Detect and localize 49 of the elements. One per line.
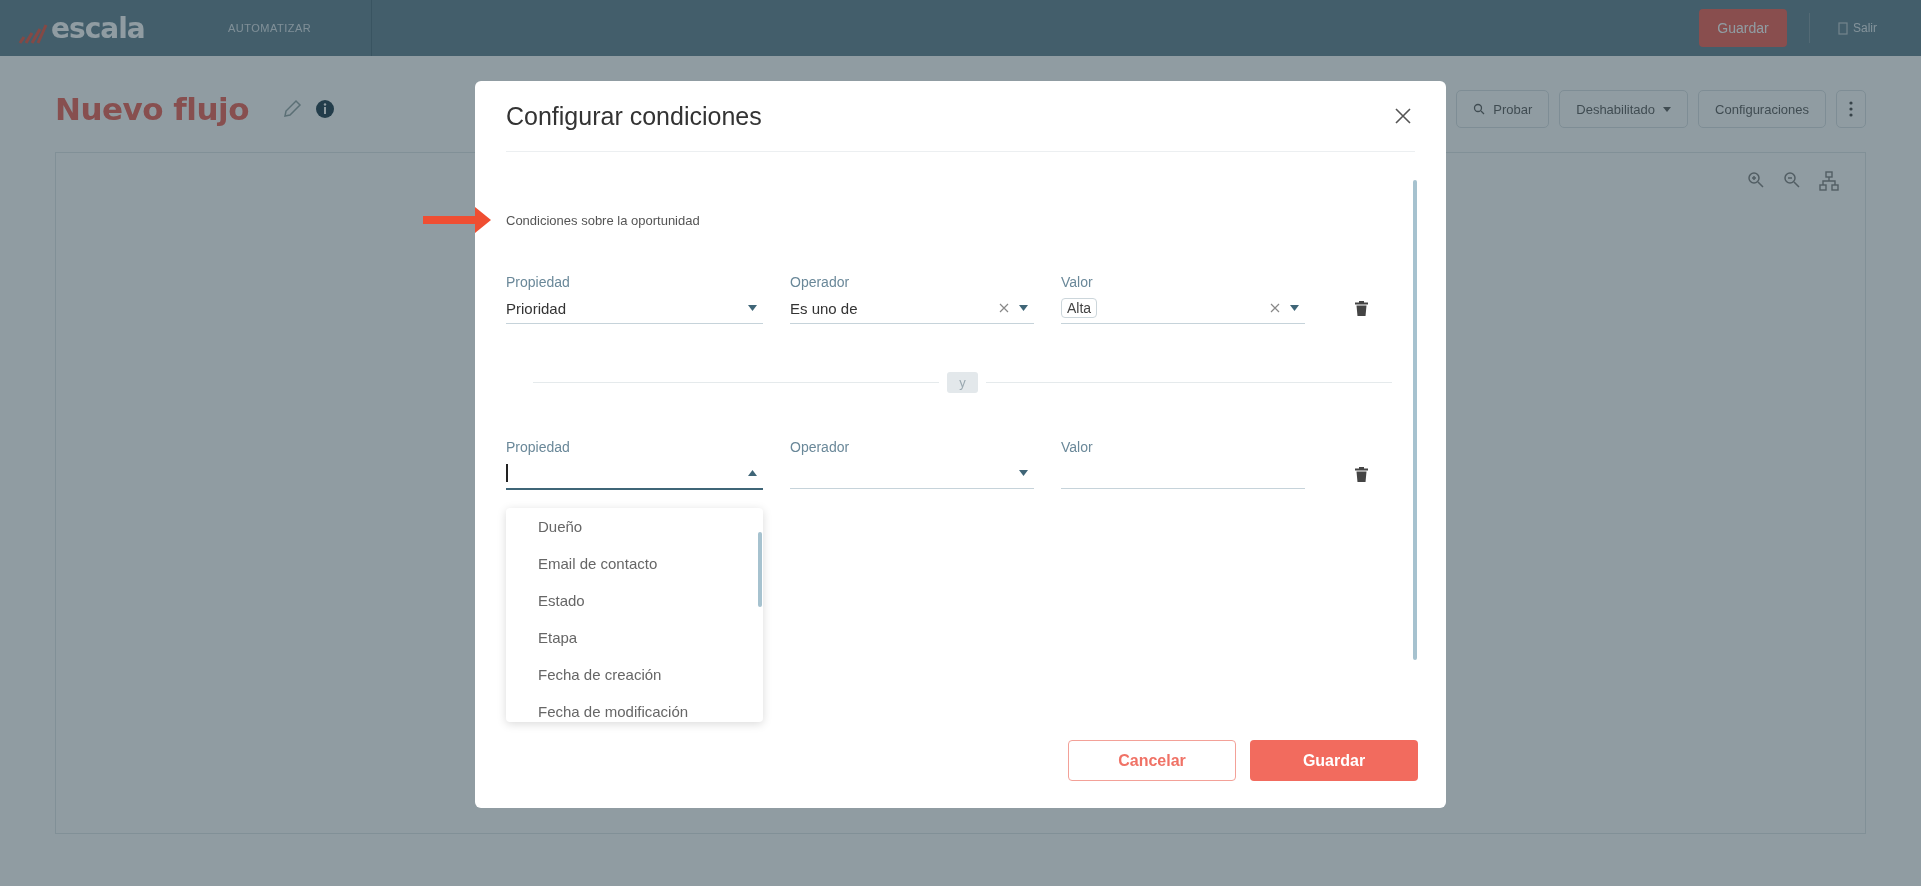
flow-title: Nuevo flujo <box>55 91 249 127</box>
select-field[interactable]: Es uno de <box>790 293 1034 324</box>
caret-icon <box>748 470 757 476</box>
dropdown-option[interactable]: Fecha de modificación <box>538 693 763 722</box>
value-chip: Alta <box>1061 298 1098 318</box>
dropdown-option[interactable]: Fecha de creación <box>538 656 763 693</box>
field-label: Propiedad <box>506 274 571 290</box>
dropdown-option[interactable]: Etapa <box>538 619 763 656</box>
logo-bars-icon <box>18 22 48 45</box>
toolbar-button[interactable]: Probar <box>1456 90 1550 128</box>
toolbar-button[interactable]: Deshabilitado <box>1559 90 1689 128</box>
dropdown-option[interactable]: Estado <box>538 582 763 619</box>
trash-icon[interactable] <box>1355 467 1368 482</box>
caret-icon <box>1290 305 1299 311</box>
close-icon <box>1395 108 1411 124</box>
door-icon <box>1838 21 1848 35</box>
dialog-title: Configurar condiciones <box>506 101 762 131</box>
more-button[interactable] <box>1836 90 1866 128</box>
caret-icon <box>1019 470 1028 476</box>
caret-icon <box>1019 305 1028 311</box>
select-field[interactable]: Alta <box>1061 293 1305 324</box>
section-label: AUTOMATIZAR <box>228 22 312 34</box>
kebab-icon <box>1849 101 1853 117</box>
zoom-in-icon[interactable] <box>1747 171 1765 189</box>
info-icon[interactable] <box>314 99 335 119</box>
trash-icon[interactable] <box>1355 301 1368 316</box>
select-field[interactable]: Prioridad <box>506 293 763 324</box>
scrollbar[interactable] <box>758 532 762 607</box>
hierarchy-icon[interactable] <box>1819 171 1839 191</box>
field-label: Operador <box>790 439 851 455</box>
toolbar-button[interactable]: Configuraciones <box>1698 90 1826 128</box>
logo-text: escala <box>51 11 145 45</box>
and-connector: y <box>947 372 978 393</box>
caret-icon <box>748 305 757 311</box>
field-label: Valor <box>1061 439 1094 455</box>
dropdown-option[interactable]: Email de contacto <box>538 545 763 582</box>
clear-icon[interactable] <box>999 303 1009 313</box>
scrollbar[interactable] <box>1413 180 1417 660</box>
field-label: Propiedad <box>506 439 571 455</box>
section-heading: Condiciones sobre la oportunidad <box>506 213 701 228</box>
zoom-out-icon[interactable] <box>1783 171 1801 189</box>
field-label: Valor <box>1061 274 1094 290</box>
arrow-annotation <box>423 207 491 233</box>
save-button[interactable]: Guardar <box>1250 740 1418 781</box>
clear-icon[interactable] <box>1270 303 1280 313</box>
caret-icon <box>1663 106 1672 112</box>
dropdown-option[interactable]: Dueño <box>538 508 763 545</box>
search-icon <box>1473 103 1486 115</box>
field-label: Operador <box>790 274 851 290</box>
